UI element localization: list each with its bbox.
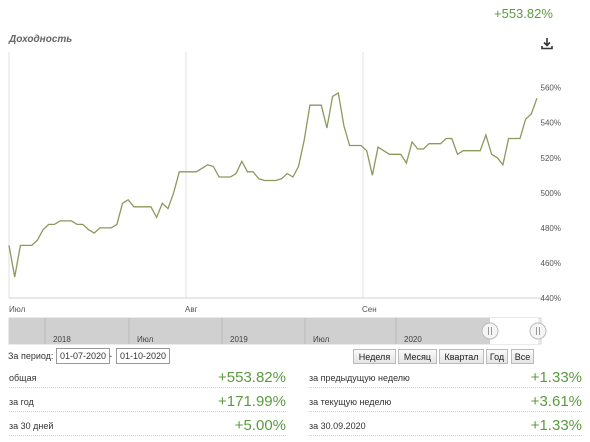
y-tick-label: 560% xyxy=(541,84,561,93)
series-line xyxy=(8,91,538,278)
stat-value: +553.82% xyxy=(218,369,286,386)
y-tick-label: 480% xyxy=(541,224,561,233)
navigator-label: 2018 xyxy=(53,335,71,344)
stat-value: +1.33% xyxy=(530,369,582,386)
download-icon[interactable] xyxy=(540,36,554,50)
stat-label: за предыдущую неделю xyxy=(309,373,410,383)
y-tick-label: 540% xyxy=(541,119,561,128)
range-button-week[interactable]: Неделя xyxy=(353,349,396,364)
y-tick-label: 460% xyxy=(541,259,561,268)
stat-label: общая xyxy=(9,373,37,383)
x-tick-label: Сен xyxy=(362,305,377,314)
y-tick-label: 500% xyxy=(541,189,561,198)
range-button-year[interactable]: Год xyxy=(486,349,508,364)
stat-row-30-days: за 30 дней +5.00% xyxy=(9,415,286,436)
yield-line-chart: Июл Авг Сен 440% 460% 480% 500% 520% 540% 560% xyxy=(8,52,561,314)
y-tick-label: 520% xyxy=(541,154,561,163)
chart-title: Доходность xyxy=(9,34,73,45)
stat-label: за текущую неделю xyxy=(309,397,392,407)
stat-value: +171.99% xyxy=(218,393,286,410)
navigator-handle-right[interactable] xyxy=(529,322,547,340)
total-return-value: +553.82% xyxy=(494,6,553,21)
stat-label: за 30 дней xyxy=(9,421,54,431)
stat-label: за год xyxy=(9,397,34,407)
period-label: За период: xyxy=(8,351,54,361)
range-button-month[interactable]: Месяц xyxy=(398,349,437,364)
x-tick-label: Июл xyxy=(9,305,26,314)
stat-value: +1.33% xyxy=(530,417,582,434)
stat-row-current-week: за текущую неделю +3.61% xyxy=(309,391,582,412)
stat-label: за 30.09.2020 xyxy=(309,421,366,431)
navigator-label: 2019 xyxy=(230,335,248,344)
stat-row-year: за год +171.99% xyxy=(9,391,286,412)
stat-row-prev-week: за предыдущую неделю +1.33% xyxy=(309,367,582,388)
stat-value: +5.00% xyxy=(234,417,286,434)
range-button-quarter[interactable]: Квартал xyxy=(439,349,484,364)
stat-value: +3.61% xyxy=(530,393,582,410)
stat-row-date: за 30.09.2020 +1.33% xyxy=(309,415,582,436)
range-navigator[interactable]: 2018 Июл 2019 Июл 2020 xyxy=(0,316,590,346)
date-to-input[interactable]: 01-10-2020 xyxy=(116,348,171,364)
y-tick-label: 440% xyxy=(541,294,561,303)
navigator-label: 2020 xyxy=(404,335,422,344)
stat-row-total: общая +553.82% xyxy=(9,367,286,388)
date-separator: - xyxy=(109,351,112,361)
navigator-handle-left[interactable] xyxy=(481,322,499,340)
range-button-all[interactable]: Все xyxy=(511,349,534,364)
x-tick-label: Авг xyxy=(185,305,198,314)
navigator-label: Июл xyxy=(313,335,330,344)
navigator-label: Июл xyxy=(137,335,154,344)
date-from-input[interactable]: 01-07-2020 xyxy=(56,348,111,364)
